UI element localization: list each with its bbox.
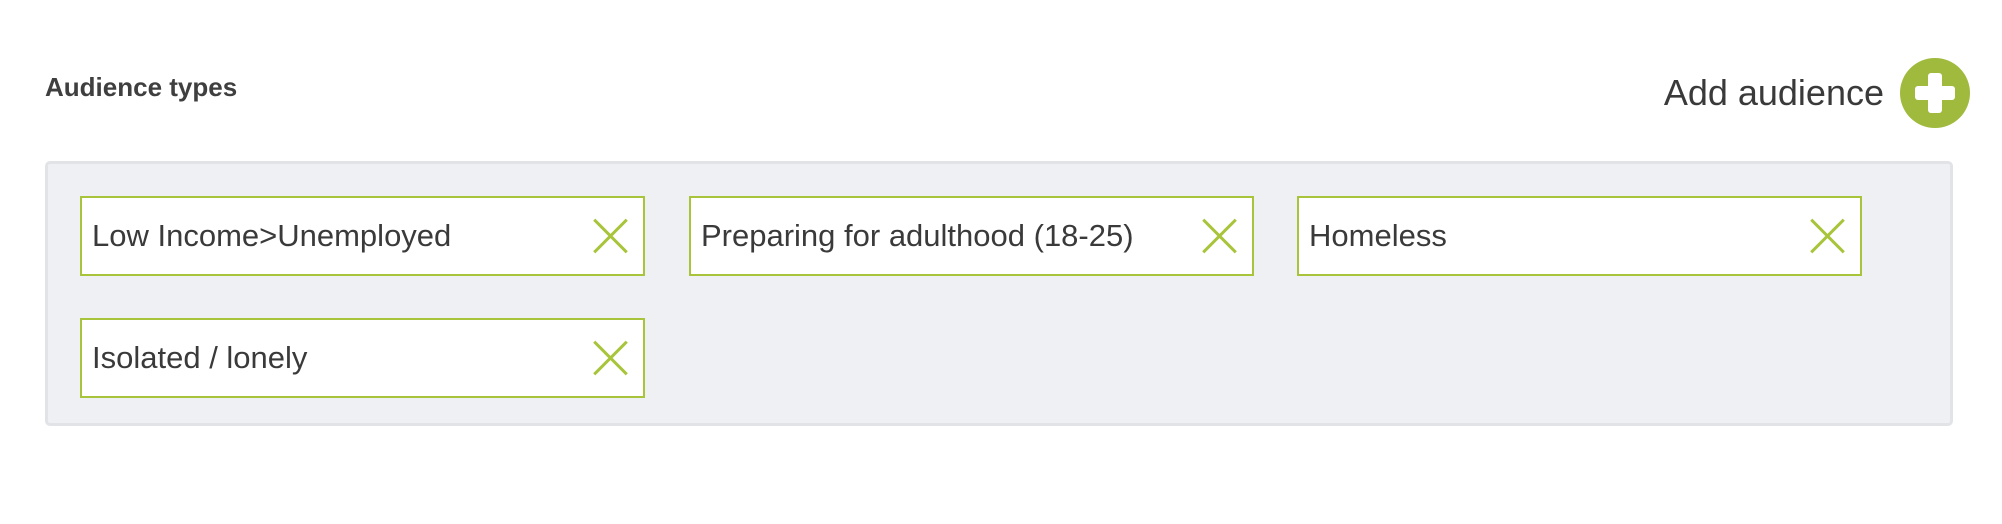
close-icon[interactable]: [1810, 218, 1846, 254]
audience-tag: Preparing for adulthood (18-25): [689, 196, 1254, 276]
close-icon[interactable]: [1202, 218, 1238, 254]
close-icon[interactable]: [593, 218, 629, 254]
audience-tag-label: Homeless: [1309, 218, 1447, 253]
audience-tag: Low Income>Unemployed: [80, 196, 645, 276]
plus-circle-icon[interactable]: [1900, 58, 1970, 128]
section-title: Audience types: [45, 72, 238, 102]
add-audience-label: Add audience: [1663, 72, 1884, 113]
audience-tag: Isolated / lonely: [80, 318, 645, 398]
audience-tag-label: Isolated / lonely: [92, 340, 308, 375]
audience-tags-panel: Low Income>Unemployed Preparing for adul…: [45, 161, 1953, 426]
audience-tag: Homeless: [1297, 196, 1862, 276]
audience-tag-label: Low Income>Unemployed: [92, 218, 452, 253]
close-icon[interactable]: [593, 340, 629, 376]
audience-tag-label: Preparing for adulthood (18-25): [701, 218, 1134, 253]
add-audience-button[interactable]: Add audience: [1664, 58, 1970, 128]
